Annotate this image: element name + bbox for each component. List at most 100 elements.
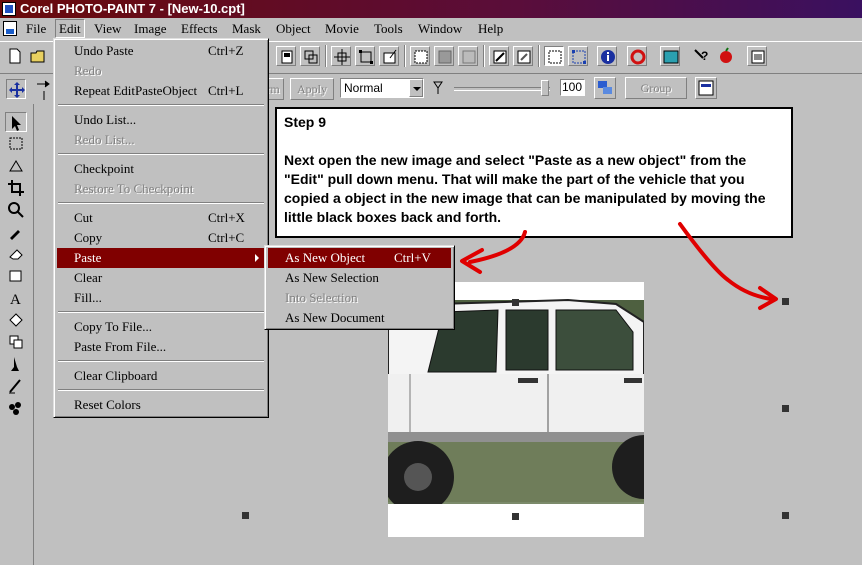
menu-effects[interactable]: Effects — [178, 20, 221, 37]
position-icon[interactable] — [331, 46, 351, 66]
repeat-label: Repeat EditPasteObject — [74, 83, 198, 98]
fill-item[interactable]: Fill... — [57, 288, 265, 308]
opacity-input[interactable]: 100 — [560, 79, 585, 96]
menu-view[interactable]: View — [91, 20, 124, 37]
cut-item[interactable]: Cut Ctrl+X — [57, 208, 265, 228]
checkpoint-item[interactable]: Checkpoint — [57, 159, 265, 179]
reset-colors-item[interactable]: Reset Colors — [57, 395, 265, 415]
full-screen-icon[interactable] — [747, 46, 767, 66]
object-picker-tool-icon[interactable] — [5, 112, 27, 132]
apply-button[interactable]: Apply — [290, 78, 334, 100]
rotate-icon[interactable] — [379, 46, 399, 66]
transform-icon[interactable] — [300, 46, 320, 66]
clear-label: Clear — [74, 270, 103, 285]
marquee-visible-icon[interactable] — [544, 46, 564, 66]
scale-icon[interactable] — [355, 46, 375, 66]
app-icon[interactable] — [2, 2, 16, 16]
menu-file[interactable]: File — [23, 20, 49, 37]
mask-rect-icon[interactable] — [410, 46, 430, 66]
menu-edit[interactable]: Edit — [55, 19, 85, 38]
paste-item[interactable]: Paste — [57, 248, 265, 268]
opacity-slider-track[interactable] — [454, 87, 550, 91]
as-new-selection-item[interactable]: As New Selection — [268, 268, 451, 288]
object-handle-top-right[interactable] — [782, 298, 789, 305]
copy-label: Copy — [74, 230, 103, 245]
crop-tool-icon[interactable] — [5, 178, 27, 198]
menu-window[interactable]: Window — [415, 20, 465, 37]
image-preview-icon[interactable] — [660, 46, 680, 66]
menu-help[interactable]: Help — [475, 20, 506, 37]
paint-on-mask-icon[interactable] — [489, 46, 509, 66]
object-handle-right[interactable] — [782, 405, 789, 412]
mask-overlay-icon[interactable] — [458, 46, 478, 66]
zoom-tool-icon[interactable] — [5, 200, 27, 220]
fill-label: Fill... — [74, 290, 102, 305]
menu-image[interactable]: Image — [131, 20, 169, 37]
menu-separator — [58, 389, 264, 391]
document-icon[interactable] — [3, 21, 17, 36]
svg-text:A: A — [10, 292, 21, 307]
merge-mode-select[interactable]: Normal — [340, 78, 424, 98]
menu-object[interactable]: Object — [273, 20, 314, 37]
mask-pattern-icon[interactable] — [434, 46, 454, 66]
mask-brush-icon[interactable] — [513, 46, 533, 66]
paste-submenu: As New Object Ctrl+V As New Selection Int… — [264, 245, 455, 330]
apple-icon[interactable] — [716, 46, 736, 66]
into-selection-label: Into Selection — [285, 290, 358, 305]
new-file-icon[interactable] — [5, 46, 25, 66]
menu-mask[interactable]: Mask — [229, 20, 264, 37]
as-new-object-item[interactable]: As New Object Ctrl+V — [268, 248, 451, 268]
open-folder-icon[interactable] — [28, 46, 48, 66]
as-new-object-label: As New Object — [285, 250, 366, 265]
redo-label: Redo — [74, 63, 102, 78]
copy-to-file-label: Copy To File... — [74, 319, 152, 334]
group-button[interactable]: Group — [625, 77, 687, 99]
context-help-icon[interactable]: ? — [691, 46, 711, 66]
clear-item[interactable]: Clear — [57, 268, 265, 288]
undo-list-label: Undo List... — [74, 112, 137, 127]
repeat-item[interactable]: Repeat EditPasteObject Ctrl+L — [57, 81, 265, 101]
object-order-icon[interactable] — [594, 77, 616, 99]
color-mode-icon[interactable] — [627, 46, 647, 66]
as-new-document-item[interactable]: As New Document — [268, 308, 451, 328]
paste-from-file-item[interactable]: Paste From File... — [57, 337, 265, 357]
copy-item[interactable]: Copy Ctrl+C — [57, 228, 265, 248]
menu-separator — [58, 153, 264, 155]
opacity-slider-thumb[interactable] — [541, 80, 549, 96]
object-handle-top[interactable] — [512, 299, 519, 306]
object-docker-icon[interactable] — [695, 77, 717, 99]
image-sprayer-tool-icon[interactable] — [5, 398, 27, 418]
object-handle-bottom[interactable] — [512, 513, 519, 520]
eyedropper-tool-icon[interactable] — [5, 222, 27, 242]
eraser-tool-icon[interactable] — [5, 244, 27, 264]
chevron-down-icon[interactable] — [409, 79, 423, 97]
menu-movie[interactable]: Movie — [322, 20, 362, 37]
info-icon[interactable] — [597, 46, 617, 66]
undo-list-item[interactable]: Undo List... — [57, 110, 265, 130]
text-tool-icon[interactable]: A — [5, 288, 27, 308]
object-mode-icon[interactable] — [276, 46, 296, 66]
rectangle-tool-icon[interactable] — [5, 266, 27, 286]
menu-bar: File Edit View Image Effects Mask Object… — [0, 18, 862, 39]
fill-tool-icon[interactable] — [5, 310, 27, 330]
object-marquee-icon[interactable] — [568, 46, 588, 66]
mask-rectangle-tool-icon[interactable] — [5, 134, 27, 154]
tutorial-step-box: Step 9 Next open the new image and selec… — [275, 107, 793, 238]
clear-clipboard-item[interactable]: Clear Clipboard — [57, 366, 265, 386]
object-handle-bottom-right[interactable] — [782, 512, 789, 519]
menu-tools[interactable]: Tools — [371, 20, 406, 37]
move-object-icon[interactable] — [6, 79, 26, 99]
undo-paste-item[interactable]: Undo Paste Ctrl+Z — [57, 41, 265, 61]
redo-item: Redo — [57, 61, 265, 81]
cut-shortcut: Ctrl+X — [208, 210, 245, 225]
clone-tool-icon[interactable] — [5, 332, 27, 352]
mask-transform-tool-icon[interactable] — [5, 156, 27, 176]
menu-separator — [58, 202, 264, 204]
copy-to-file-item[interactable]: Copy To File... — [57, 317, 265, 337]
as-new-object-shortcut: Ctrl+V — [394, 250, 431, 265]
checkpoint-label: Checkpoint — [74, 161, 134, 176]
object-handle-bottom-left[interactable] — [242, 512, 249, 519]
paint-tool-icon[interactable] — [5, 376, 27, 396]
arrows-icon[interactable] — [34, 78, 54, 100]
effect-tool-icon[interactable] — [5, 354, 27, 374]
